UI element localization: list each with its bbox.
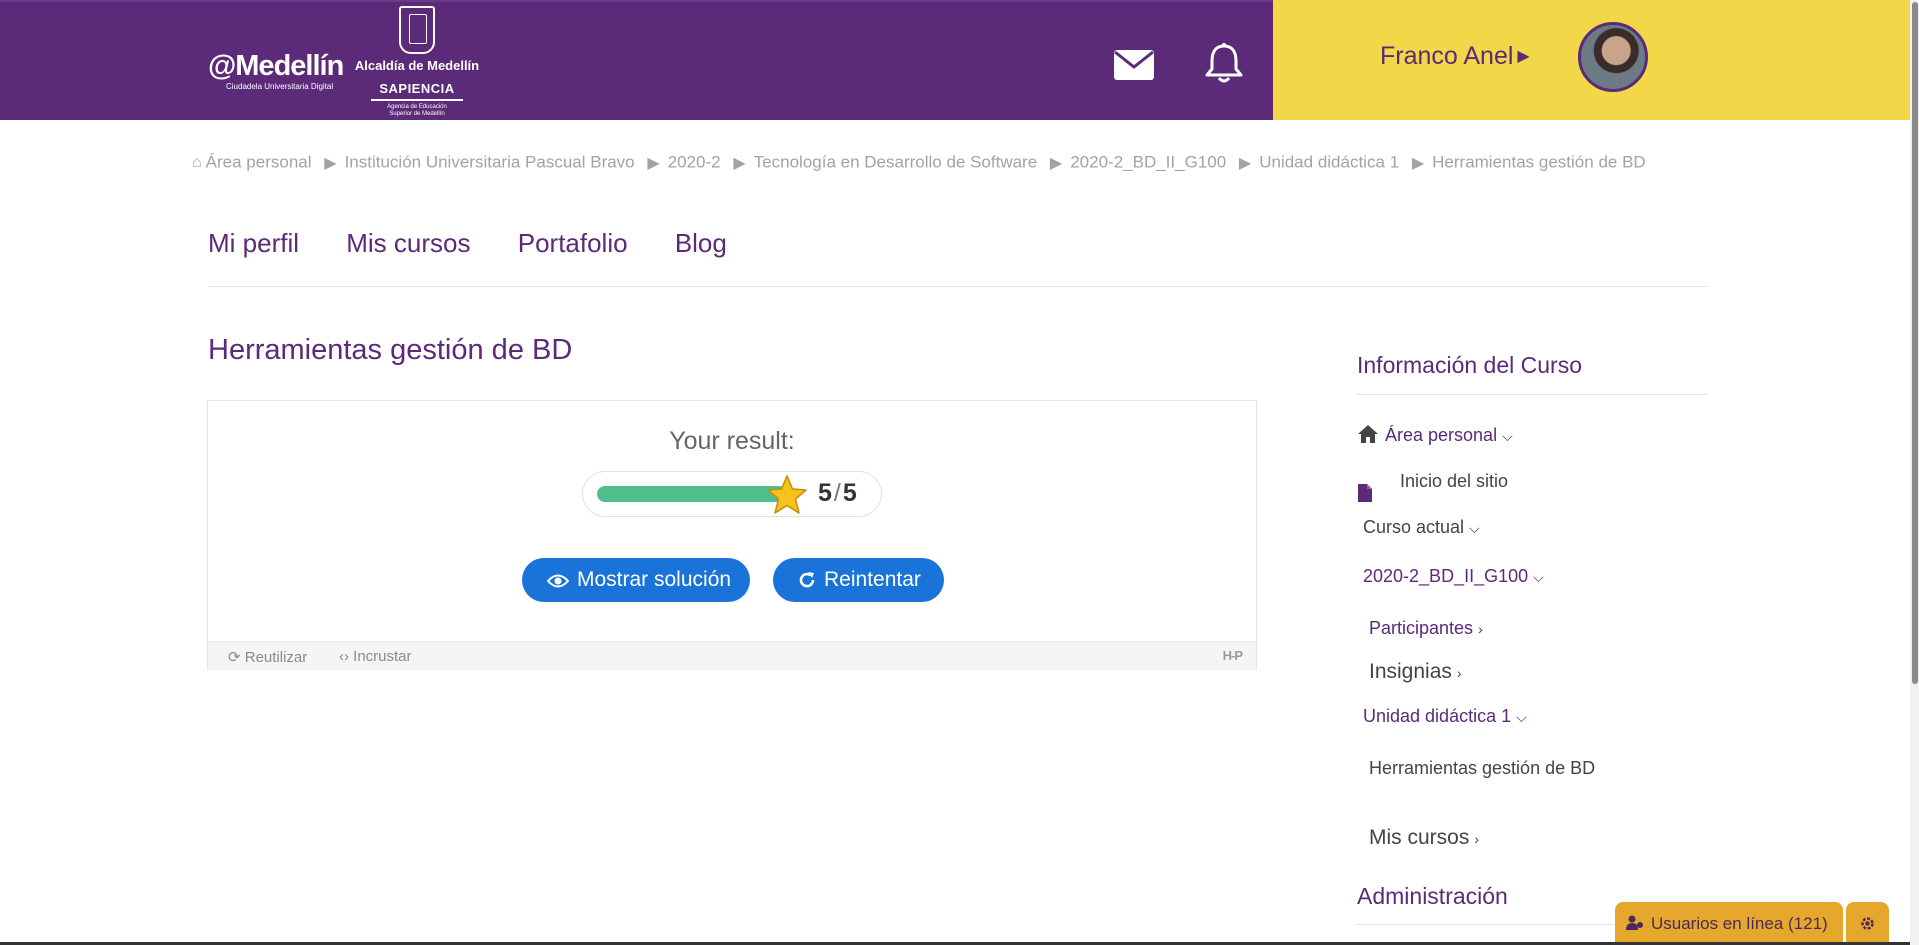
- sidebar-title: Información del Curso: [1357, 352, 1582, 378]
- logo-text: @Medellín: [208, 50, 344, 82]
- reuse-link[interactable]: ⟳ Reutilizar: [228, 648, 307, 666]
- sidebar-item-course[interactable]: 2020-2_BD_II_G100 ⌵: [1363, 566, 1544, 587]
- refresh-icon: [799, 572, 815, 588]
- chevron-right-icon: ›: [1478, 621, 1483, 637]
- h5p-logo[interactable]: H-P: [1223, 648, 1243, 663]
- logo-tagline: Ciudadela Universitaria Digital: [226, 82, 334, 91]
- home-icon: [1358, 425, 1378, 443]
- eye-icon: [546, 574, 570, 588]
- breadcrumb-separator-icon: ▶: [1049, 154, 1063, 172]
- breadcrumb-item[interactable]: Área personal: [206, 153, 312, 172]
- online-users-label: Usuarios en línea (121): [1651, 914, 1828, 933]
- sidebar-item-insignias[interactable]: Insignias ›: [1369, 660, 1462, 684]
- mail-icon[interactable]: [1113, 49, 1155, 86]
- sidebar-item-label: Insignias: [1369, 660, 1452, 683]
- chevron-right-icon: ›: [1456, 665, 1462, 681]
- breadcrumb-separator-icon: ▶: [1238, 154, 1252, 172]
- retry-button[interactable]: Reintentar: [773, 558, 944, 602]
- breadcrumb-item[interactable]: 2020-2: [668, 153, 721, 172]
- sidebar-item-area-personal[interactable]: Área personal ⌵: [1357, 424, 1513, 446]
- chevron-down-icon: ⌵: [1469, 520, 1480, 536]
- nav-mis-cursos[interactable]: Mis cursos: [346, 228, 470, 258]
- gear-icon: [1861, 917, 1874, 930]
- breadcrumb-separator-icon: ▶: [647, 154, 660, 172]
- sidebar-item-label: Área personal: [1385, 425, 1498, 445]
- breadcrumb: ⌂ Área personal ▶ Institución Universitari…: [192, 152, 1646, 173]
- breadcrumb-item[interactable]: Institución Universitaria Pascual Bravo: [345, 153, 635, 172]
- chevron-right-icon: ›: [1474, 831, 1480, 847]
- retry-label: Reintentar: [824, 568, 921, 591]
- code-icon: ‹›: [339, 648, 354, 665]
- chevron-down-icon: ⌵: [1516, 709, 1527, 725]
- sidebar-item-mis-cursos[interactable]: Mis cursos ›: [1369, 826, 1479, 850]
- sidebar-item-inicio[interactable]: Inicio del sitio: [1400, 471, 1508, 492]
- chevron-down-icon: ⌵: [1502, 428, 1513, 444]
- sapiencia-name: SAPIENCIA: [379, 81, 455, 96]
- online-users-button[interactable]: Usuarios en línea (121): [1615, 902, 1843, 945]
- sapiencia-sub-2: Superior de Medellín: [389, 111, 445, 117]
- breadcrumb-separator-icon: ▶: [1411, 154, 1425, 172]
- sidebar-item-participantes[interactable]: Participantes ›: [1369, 618, 1483, 639]
- chevron-down-icon: ⌵: [1533, 569, 1544, 585]
- score-indicator: 5/5: [582, 471, 882, 517]
- reuse-label: Reutilizar: [244, 649, 308, 666]
- alcaldia-logo: Alcaldía de Medellín SAPIENCIA Agencia d…: [352, 6, 482, 118]
- scrollbar-thumb[interactable]: [1912, 2, 1918, 684]
- main-nav: Mi perfil Mis cursos Portafolio Blog: [208, 228, 767, 259]
- embed-link[interactable]: ‹› Incrustar: [339, 648, 412, 665]
- breadcrumb-item[interactable]: Unidad didáctica 1: [1259, 153, 1399, 172]
- nav-portafolio[interactable]: Portafolio: [518, 228, 628, 258]
- result-label: Your result:: [669, 427, 795, 455]
- breadcrumb-item[interactable]: Tecnología en Desarrollo de Software: [754, 153, 1038, 172]
- star-icon: [765, 474, 809, 521]
- file-icon: [1357, 483, 1373, 508]
- user-name: Franco Anel: [1380, 42, 1514, 70]
- sidebar-item-label: Unidad didáctica 1: [1363, 706, 1512, 726]
- medellin-logo[interactable]: @Medellín Ciudadela Universitaria Digita…: [208, 50, 344, 91]
- nav-divider: [208, 286, 1708, 287]
- score-value: 5: [818, 479, 832, 507]
- sidebar-admin-title: Administración: [1357, 883, 1508, 909]
- page-title: Herramientas gestión de BD: [208, 334, 573, 366]
- reuse-icon: ⟳: [228, 649, 245, 666]
- caret-right-icon: ▶: [1517, 48, 1530, 65]
- breadcrumb-item[interactable]: 2020-2_BD_II_G100: [1070, 153, 1226, 172]
- users-icon: [1626, 915, 1643, 930]
- show-solution-label: Mostrar solución: [577, 568, 732, 591]
- sidebar-item-label: Curso actual: [1363, 517, 1465, 537]
- score-bar: [597, 486, 787, 502]
- show-solution-button[interactable]: Mostrar solución: [522, 558, 750, 602]
- settings-button[interactable]: [1846, 902, 1889, 945]
- score-max: 5: [842, 479, 857, 507]
- sidebar-item-label: Participantes: [1369, 618, 1474, 638]
- breadcrumb-item[interactable]: Herramientas gestión de BD: [1432, 153, 1646, 172]
- sidebar-item-curso-actual[interactable]: Curso actual ⌵: [1363, 517, 1480, 538]
- sidebar-divider: [1357, 394, 1707, 395]
- score-bar-fill: [597, 486, 787, 502]
- user-menu[interactable]: Franco Anel ▶: [1380, 42, 1530, 71]
- sidebar-item-unidad[interactable]: Unidad didáctica 1 ⌵: [1363, 706, 1527, 727]
- h5p-activity: Your result: 5/5 Mostrar solución Reinte…: [207, 400, 1257, 670]
- breadcrumb-separator-icon: ▶: [324, 154, 337, 172]
- coat-of-arms-icon: [399, 6, 435, 54]
- breadcrumb-separator-icon: ▶: [733, 154, 746, 172]
- embed-label: Incrustar: [353, 648, 412, 665]
- sidebar-item-label: 2020-2_BD_II_G100: [1363, 566, 1529, 586]
- nav-blog[interactable]: Blog: [675, 228, 727, 258]
- sapiencia-sub-1: Agencia de Educación: [387, 104, 447, 110]
- alcaldia-name: Alcaldía de Medellín: [354, 58, 480, 73]
- sidebar-item-label: Mis cursos: [1369, 826, 1470, 849]
- home-icon: ⌂: [192, 153, 202, 171]
- nav-mi-perfil[interactable]: Mi perfil: [208, 228, 299, 258]
- bell-icon[interactable]: [1204, 42, 1244, 89]
- logo-divider: [371, 99, 463, 101]
- avatar[interactable]: [1578, 22, 1648, 92]
- score-text: 5/5: [818, 479, 857, 507]
- sidebar-item-current-page[interactable]: Herramientas gestión de BD: [1369, 758, 1595, 779]
- h5p-footer: ⟳ Reutilizar ‹› Incrustar H-P: [208, 641, 1256, 670]
